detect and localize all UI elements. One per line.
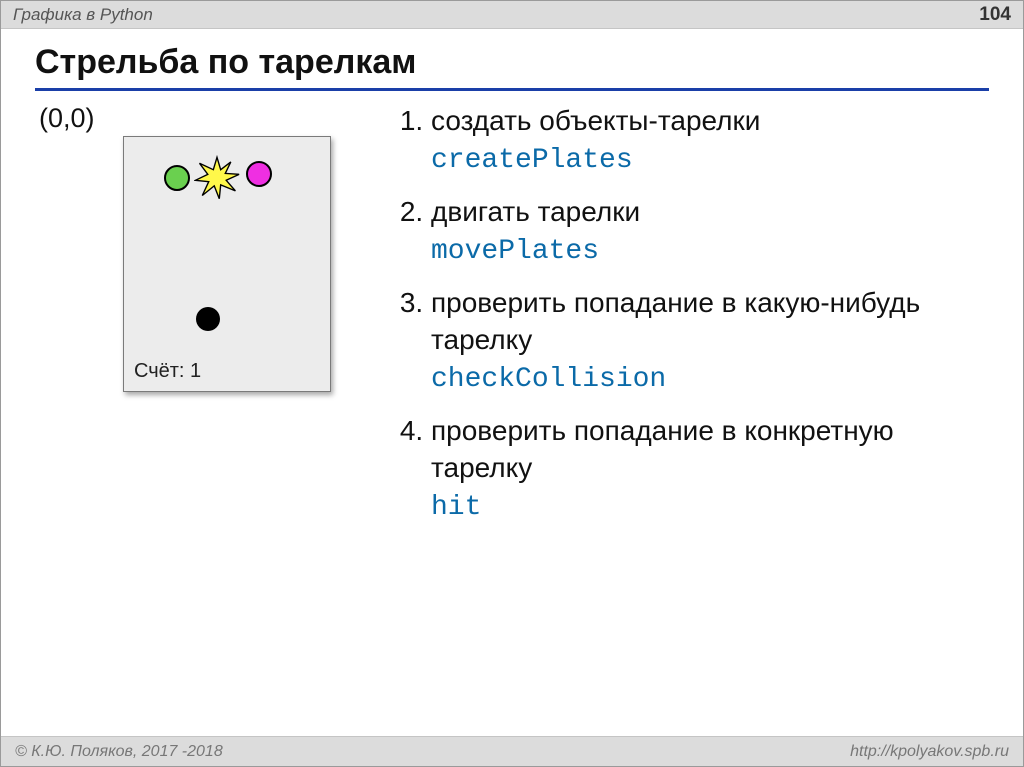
- step-code: movePlates: [431, 236, 599, 267]
- game-pane: Счёт: 1: [123, 136, 331, 392]
- step-text: проверить попадание в какую-нибудь тарел…: [431, 287, 920, 355]
- site-url: http://kpolyakov.spb.ru: [850, 743, 1009, 761]
- slide-title: Стрельба по тарелкам: [35, 43, 989, 91]
- left-column: (0,0) Счёт: 1: [35, 103, 355, 736]
- plate-magenta: [246, 161, 272, 187]
- step-3: проверить попадание в какую-нибудь тарел…: [431, 285, 989, 399]
- step-text: создать объекты-тарелки: [431, 105, 760, 136]
- ball: [196, 307, 220, 331]
- plate-green: [164, 165, 190, 191]
- step-code: checkCollision: [431, 364, 666, 395]
- steps-list: создать объекты-тарелки createPlates дви…: [395, 103, 989, 527]
- explosion-icon: [194, 155, 240, 201]
- topbar: Графика в Python 104: [1, 1, 1023, 29]
- step-2: двигать тарелки movePlates: [431, 194, 989, 271]
- right-column: создать объекты-тарелки createPlates дви…: [395, 103, 989, 736]
- title-wrap: Стрельба по тарелкам: [1, 29, 1023, 95]
- page-number: 104: [979, 4, 1011, 26]
- slide: Графика в Python 104 Стрельба по тарелка…: [0, 0, 1024, 767]
- origin-label: (0,0): [39, 103, 355, 134]
- step-code: hit: [431, 492, 481, 523]
- step-text: двигать тарелки: [431, 196, 640, 227]
- step-code: createPlates: [431, 145, 633, 176]
- category-label: Графика в Python: [13, 5, 153, 25]
- footer: © К.Ю. Поляков, 2017 -2018 http://kpolya…: [1, 736, 1023, 766]
- step-text: проверить попадание в конкретную тарелку: [431, 415, 894, 483]
- score-label: Счёт: 1: [134, 360, 201, 383]
- step-1: создать объекты-тарелки createPlates: [431, 103, 989, 180]
- step-4: проверить попадание в конкретную тарелку…: [431, 413, 989, 527]
- content: (0,0) Счёт: 1 создать объекты-тарелки cr…: [1, 95, 1023, 736]
- copyright: © К.Ю. Поляков, 2017 -2018: [15, 743, 223, 761]
